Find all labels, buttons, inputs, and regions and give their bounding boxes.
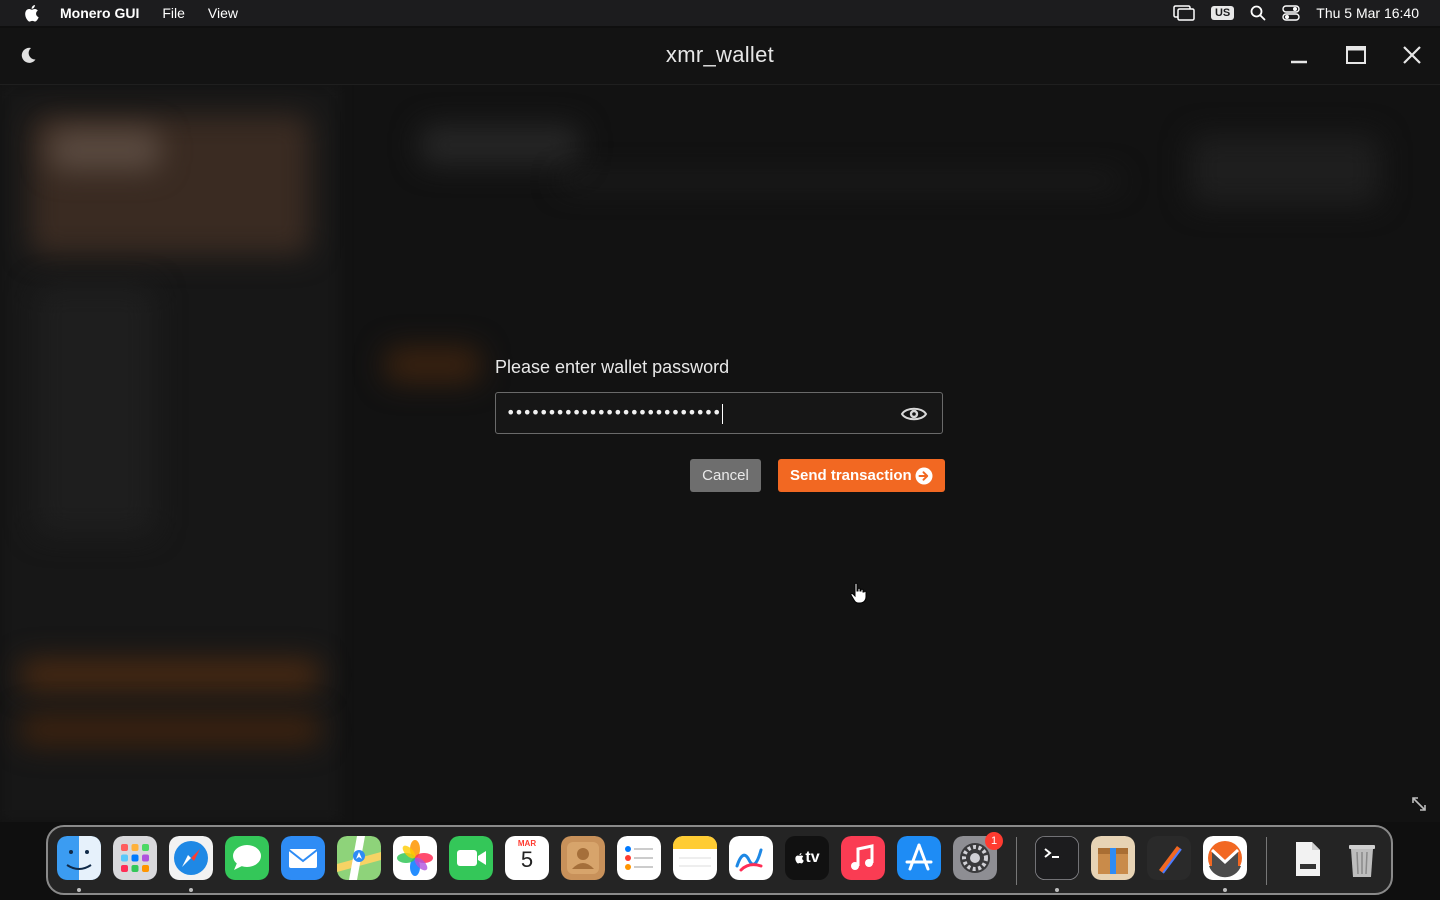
window-title-bar: xmr_wallet [0,28,1440,85]
terminal-running-dot [1055,888,1059,892]
pen-tool-app-icon[interactable] [1147,836,1191,880]
music-icon[interactable] [841,836,885,880]
monero-app-icon[interactable] [1203,836,1247,880]
calendar-day: 5 [520,847,534,872]
blurred-header [420,125,580,165]
blurred-right-info [1190,135,1380,205]
app-store-icon[interactable] [897,836,941,880]
contacts-icon[interactable] [561,836,605,880]
blurred-card-highlight [50,130,160,170]
finder-running-dot [77,888,81,892]
trash-icon[interactable] [1340,836,1384,880]
wallet-password-field[interactable]: •••••••••••••••••••••••••• [495,392,943,434]
send-transaction-button[interactable]: Send transaction [778,459,945,492]
package-app-icon[interactable] [1091,836,1135,880]
send-transaction-label: Send transaction [790,467,912,484]
keyboard-layout-badge[interactable]: US [1210,6,1235,20]
dock-separator-2 [1266,837,1267,885]
menu-file[interactable]: File [162,5,185,21]
blurred-menu-items [35,285,155,535]
apple-tv-icon[interactable]: tv [785,836,829,880]
dock: MAR 5 tv 1 [46,825,1393,895]
monero-running-dot [1223,888,1227,892]
app-name-menu[interactable]: Monero GUI [60,5,139,21]
blurred-send-button [385,347,480,383]
photos-icon[interactable] [393,836,437,880]
text-caret [722,403,724,424]
resize-handle-icon[interactable] [1410,795,1428,813]
blurred-status-bar [20,660,320,690]
mail-icon[interactable] [281,836,325,880]
minimize-icon[interactable] [1286,42,1312,68]
menubar-clock[interactable]: Thu 5 Mar 16:40 [1316,5,1419,21]
downloads-stack-icon[interactable] [1284,836,1328,880]
maximize-icon[interactable] [1343,42,1369,68]
maps-icon[interactable] [337,836,381,880]
show-password-eye-icon[interactable] [900,403,928,425]
apple-logo-small-icon [795,853,805,864]
close-icon[interactable] [1399,42,1425,68]
window-title: xmr_wallet [665,42,775,67]
password-prompt-label: Please enter wallet password [495,357,730,377]
menu-view[interactable]: View [208,5,238,21]
menu-bar: Monero GUI File View US Thu 5 Mar 16:40 [0,0,1440,26]
reminders-icon[interactable] [617,836,661,880]
spotlight-search-icon[interactable] [1250,5,1266,21]
blurred-wallet-background [0,85,1440,822]
facetime-icon[interactable] [449,836,493,880]
notes-icon[interactable] [673,836,717,880]
arrow-right-circle-icon [915,467,933,484]
blurred-top-line [560,175,1120,187]
freeform-icon[interactable] [729,836,773,880]
screen-mirroring-icon[interactable] [1173,5,1195,21]
cancel-button-label: Cancel [702,467,749,484]
tv-label: tv [805,849,820,866]
hand-cursor-icon [850,582,867,604]
safari-running-dot [189,888,193,892]
blurred-status-bar-2 [20,715,320,745]
control-center-icon[interactable] [1282,5,1300,21]
terminal-icon[interactable] [1035,836,1079,880]
messages-icon[interactable] [225,836,269,880]
safari-icon[interactable] [169,836,213,880]
cancel-button[interactable]: Cancel [690,459,761,492]
apple-icon[interactable] [23,4,39,22]
settings-notification-badge: 1 [985,832,1003,850]
launchpad-icon[interactable] [113,836,157,880]
password-masked-value: •••••••••••••••••••••••••• [506,403,724,424]
calendar-icon[interactable]: MAR 5 [505,836,549,880]
dock-separator [1016,837,1017,885]
finder-icon[interactable] [57,836,101,880]
